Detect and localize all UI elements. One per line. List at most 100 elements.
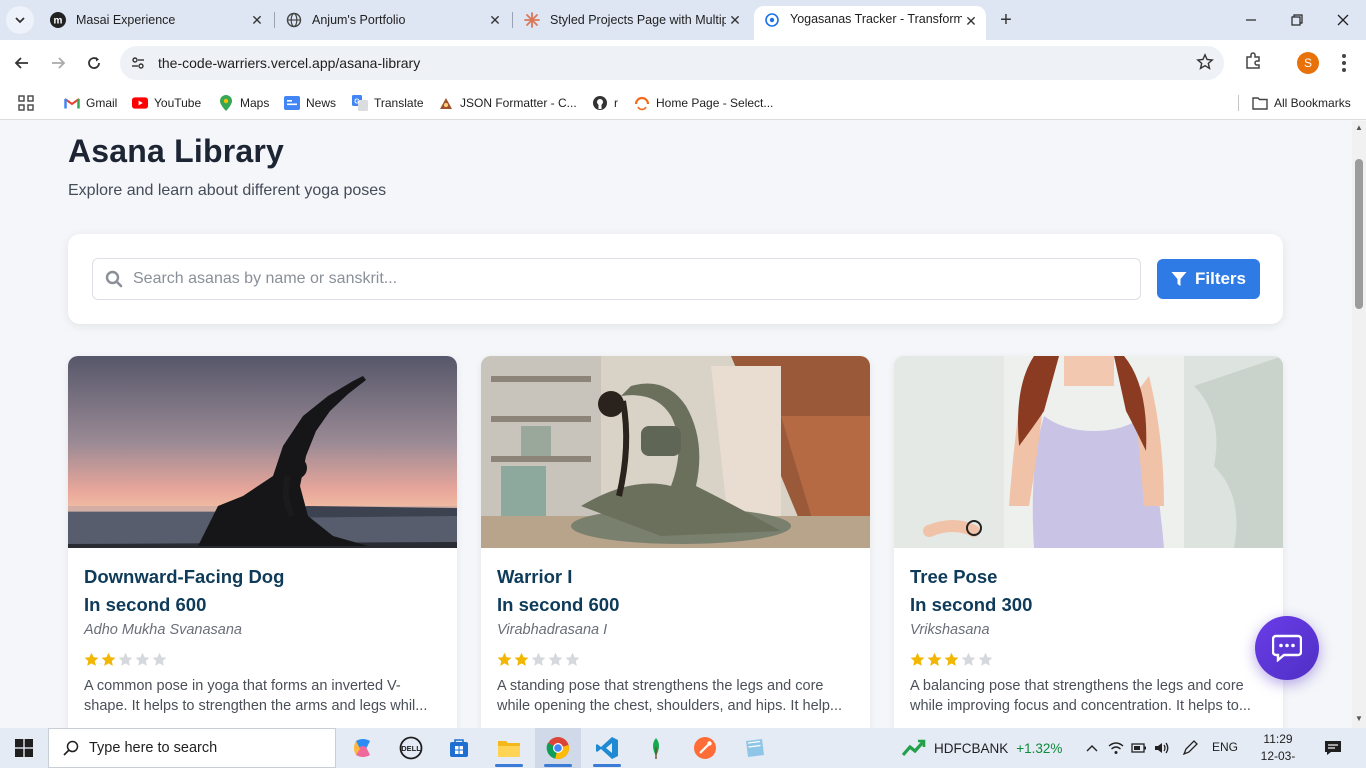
new-tab-button[interactable]: + [994,8,1018,32]
reload-button[interactable] [80,49,108,77]
notification-icon[interactable] [1324,739,1342,762]
all-bookmarks-button[interactable]: All Bookmarks [1252,92,1351,114]
close-icon[interactable]: ✕ [486,11,504,29]
reload-icon [88,57,100,69]
star-empty-icon [152,652,167,666]
site-info-icon[interactable] [128,55,148,71]
taskbar-search-box[interactable]: Type here to search [48,728,336,768]
asana-photo [894,356,1283,548]
battery-icon[interactable] [1131,740,1147,756]
close-icon[interactable]: ✕ [248,11,266,29]
file-explorer-app[interactable] [486,728,532,768]
postman-app[interactable] [682,728,728,768]
extensions-puzzle-icon[interactable] [1243,51,1263,76]
wifi-icon[interactable] [1108,740,1124,756]
rating-stars [497,652,580,667]
asana-card[interactable]: Downward-Facing Dog In second 600 Adho M… [68,356,457,728]
bookmark-separator [1238,95,1239,111]
chat-button[interactable] [1255,616,1319,680]
bookmark-label: Gmail [86,96,118,110]
stock-name: HDFCBANK [934,740,1009,756]
profile-avatar[interactable]: S [1297,52,1319,74]
restore-button[interactable] [1274,0,1320,40]
folder-icon [498,741,520,757]
star-filled-icon [910,652,925,666]
forward-button[interactable] [44,49,72,77]
tab-search-button[interactable] [6,6,34,34]
asana-duration: In second 300 [910,594,1033,615]
bookmark-label: Maps [240,96,270,110]
star-empty-icon [978,652,993,666]
url-text[interactable]: the-code-warriers.vercel.app/asana-libra… [158,55,420,71]
minimize-button[interactable] [1228,0,1274,40]
page-title: Asana Library [68,133,285,169]
notepad-app[interactable] [731,728,777,768]
asana-card[interactable]: Warrior I In second 600 Virabhadrasana I… [481,356,870,728]
chrome-app[interactable] [535,728,581,768]
bookmark-github[interactable]: r [592,92,618,114]
store-app[interactable] [436,728,482,768]
rating-stars [910,652,993,667]
bookmark-star-icon[interactable] [1196,53,1214,76]
bookmark-maps[interactable]: Maps [218,92,269,114]
asana-card[interactable]: Tree Pose In second 300 Vrikshasana A ba… [894,356,1283,728]
maps-icon [218,95,234,111]
bookmark-home-page[interactable]: Home Page - Select... [634,92,773,114]
tab-styled-projects[interactable]: Styled Projects Page with Multip ✕ [514,6,750,34]
volume-icon[interactable] [1154,740,1170,756]
page-subtitle: Explore and learn about different yoga p… [68,182,387,199]
back-button[interactable] [8,49,36,77]
asana-name: Tree Pose [910,566,998,587]
bookmark-gmail[interactable]: Gmail [64,92,117,114]
bookmark-youtube[interactable]: YouTube [132,92,201,114]
tab-title: Anjum's Portfolio [312,13,406,27]
search-box[interactable] [92,258,1141,300]
vscode-app[interactable] [584,728,630,768]
tab-yogasanas-tracker[interactable]: Yogasanas Tracker - Transform Y ✕ [754,6,986,40]
close-icon[interactable]: ✕ [726,11,744,29]
apps-grid-button[interactable] [18,92,34,114]
bookmark-translate[interactable]: G Translate [352,92,424,114]
copilot-app[interactable] [340,728,386,768]
close-icon [1337,14,1349,26]
filters-button[interactable]: Filters [1157,259,1260,299]
filter-icon [1171,272,1187,286]
svg-text:G: G [354,99,360,106]
bookmark-json-formatter[interactable]: JSON Formatter - C... [438,92,577,114]
browser-menu-button[interactable] [1334,51,1354,75]
star-empty-icon [565,652,580,666]
stock-widget[interactable]: HDFCBANK +1.32% [902,728,1062,768]
apps-grid-icon [18,95,34,111]
star-filled-icon [514,652,529,666]
close-window-button[interactable] [1320,0,1366,40]
news-icon [284,95,300,111]
page-scrollbar[interactable]: ▲ ▼ [1352,121,1366,728]
close-icon[interactable]: ✕ [962,12,980,30]
scroll-thumb[interactable] [1355,159,1363,309]
tab-masai[interactable]: m Masai Experience ✕ [40,6,272,34]
scroll-up-arrow-icon[interactable]: ▲ [1354,123,1364,133]
github-icon [592,95,608,111]
clock[interactable]: 11:29 12-03-2025 [1250,731,1306,768]
restore-icon [1291,14,1303,26]
start-button[interactable] [0,728,48,768]
show-hidden-icons-chevron-up-icon[interactable] [1084,740,1100,756]
svg-text:DELL: DELL [401,744,421,753]
arrow-right-icon [52,57,66,69]
search-icon [63,740,79,756]
address-bar[interactable]: the-code-warriers.vercel.app/asana-libra… [120,46,1224,80]
copilot-icon [354,739,370,757]
store-icon [450,739,468,757]
filters-label: Filters [1194,269,1247,288]
pen-icon[interactable] [1182,740,1198,756]
rating-stars [84,652,167,667]
tab-portfolio[interactable]: Anjum's Portfolio ✕ [276,6,510,34]
search-input[interactable] [133,259,1123,299]
language-indicator[interactable]: ENG [1212,740,1238,754]
mongodb-app[interactable] [633,728,679,768]
page-viewport: Asana Library Explore and learn about di… [0,121,1352,728]
star-filled-icon [84,652,99,666]
scroll-down-arrow-icon[interactable]: ▼ [1354,714,1364,724]
dell-app[interactable]: DELL [388,728,434,768]
bookmark-news[interactable]: News [284,92,336,114]
